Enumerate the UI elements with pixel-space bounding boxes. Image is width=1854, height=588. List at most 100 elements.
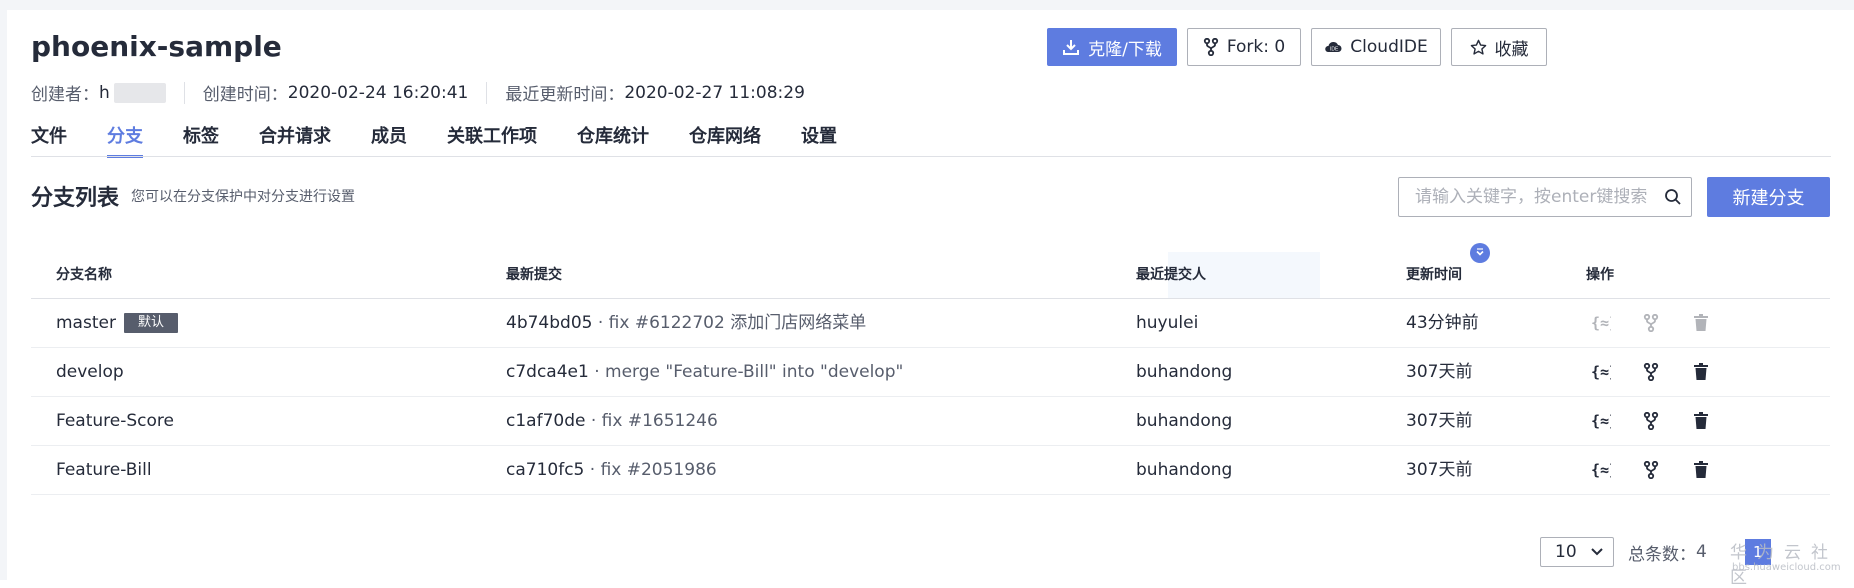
- tab-network[interactable]: 仓库网络: [689, 122, 761, 156]
- svg-text:{≈}: {≈}: [1591, 461, 1611, 479]
- header-committer: 最近提交人: [1136, 267, 1206, 283]
- tab-settings[interactable]: 设置: [801, 122, 837, 156]
- total-label: 总条数：: [1628, 544, 1696, 565]
- tab-merge-requests[interactable]: 合并请求: [259, 122, 331, 156]
- committer: buhandong: [1136, 460, 1233, 480]
- table-row: master 默认 4b74bd05 · fix #6122702 添加门店网络菜…: [31, 299, 1830, 348]
- header-branch-name: 分支名称: [56, 267, 112, 283]
- total-value: 4: [1696, 542, 1707, 562]
- code-braces-icon[interactable]: {≈}: [1586, 458, 1616, 482]
- row-operations: {≈}: [1586, 299, 1736, 347]
- creator-label: 创建者：: [31, 85, 99, 105]
- branch-fork-icon[interactable]: [1636, 311, 1666, 335]
- commit-message: · fix #1651246: [585, 411, 718, 431]
- favorite-label: 收藏: [1494, 39, 1529, 60]
- created-value: 2020-02-24 16:20:41: [287, 82, 469, 103]
- page-size-value: 10: [1555, 542, 1577, 562]
- search-input[interactable]: [1399, 186, 1655, 208]
- table-header: 分支名称 最新提交 最近提交人 更新时间 操作: [31, 252, 1830, 299]
- branch-fork-icon[interactable]: [1636, 409, 1666, 433]
- row-operations: {≈}: [1586, 348, 1736, 396]
- committer: buhandong: [1136, 411, 1233, 431]
- tab-statistics[interactable]: 仓库统计: [577, 122, 649, 156]
- branch-fork-icon[interactable]: [1636, 360, 1666, 384]
- svg-text:{≈}: {≈}: [1591, 412, 1611, 430]
- left-strip: [0, 0, 7, 580]
- favorite-button[interactable]: 收藏: [1451, 28, 1547, 66]
- table-row: Feature-Bill ca710fc5 · fix #2051986 buh…: [31, 446, 1830, 495]
- chevron-down-icon: [1591, 548, 1603, 556]
- tab-work-items[interactable]: 关联工作项: [447, 122, 537, 156]
- top-strip: [0, 0, 1854, 10]
- repo-name: phoenix-sample: [31, 30, 282, 63]
- tab-files[interactable]: 文件: [31, 122, 67, 156]
- fork-label: Fork: 0: [1226, 37, 1286, 57]
- clone-download-label: 克隆/下载: [1088, 39, 1162, 60]
- delete-icon[interactable]: [1686, 311, 1716, 335]
- committer: buhandong: [1136, 362, 1233, 382]
- commit-hash-link[interactable]: 4b74bd05: [506, 313, 592, 333]
- header-operations: 操作: [1586, 267, 1614, 283]
- watermark-url: bbs.huaweicloud.com: [1732, 562, 1841, 573]
- commit-message: · fix #2051986: [584, 460, 717, 480]
- branch-name-link[interactable]: Feature-Score: [56, 397, 174, 445]
- delete-icon[interactable]: [1686, 409, 1716, 433]
- commit-hash-link[interactable]: ca710fc5: [506, 460, 584, 480]
- updated-label: 最近更新时间：: [505, 85, 625, 105]
- header-updated-time[interactable]: 更新时间: [1406, 252, 1462, 298]
- clone-download-button[interactable]: 克隆/下载: [1047, 28, 1177, 66]
- row-operations: {≈}: [1586, 397, 1736, 445]
- section-description: 您可以在分支保护中对分支进行设置: [131, 189, 355, 205]
- tab-branches[interactable]: 分支: [107, 122, 143, 158]
- svg-text:IDE: IDE: [1330, 47, 1339, 53]
- tabs-divider: [31, 156, 1831, 157]
- header-latest-commit: 最新提交: [506, 267, 562, 283]
- delete-icon[interactable]: [1686, 360, 1716, 384]
- branch-name-link[interactable]: master: [56, 313, 116, 333]
- updated-time: 43分钟前: [1406, 313, 1479, 333]
- cloud-icon: IDE: [1325, 41, 1342, 53]
- svg-text:{≈}: {≈}: [1591, 363, 1611, 381]
- tab-tags[interactable]: 标签: [183, 122, 219, 156]
- created-label: 创建时间：: [202, 85, 288, 105]
- updated-time: 307天前: [1406, 411, 1473, 431]
- code-braces-icon[interactable]: {≈}: [1586, 409, 1616, 433]
- cloudide-button[interactable]: IDE CloudIDE: [1311, 28, 1441, 66]
- search-icon[interactable]: [1655, 188, 1691, 206]
- repo-tabs: 文件 分支 标签 合并请求 成员 关联工作项 仓库统计 仓库网络 设置: [31, 122, 877, 158]
- commit-message: · merge "Feature-Bill" into "develop": [588, 362, 904, 382]
- table-row: develop c7dca4e1 · merge "Feature-Bill" …: [31, 348, 1830, 397]
- meta-divider: [183, 81, 185, 104]
- branch-name-link[interactable]: Feature-Bill: [56, 446, 152, 494]
- fork-icon: [1203, 38, 1218, 56]
- new-branch-button[interactable]: 新建分支: [1707, 177, 1830, 217]
- commit-hash-link[interactable]: c7dca4e1: [506, 362, 589, 382]
- code-braces-icon[interactable]: {≈}: [1586, 360, 1616, 384]
- commit-message: · fix #6122702 添加门店网络菜单: [592, 313, 867, 333]
- branch-name-link[interactable]: develop: [56, 348, 124, 396]
- svg-text:{≈}: {≈}: [1591, 314, 1611, 332]
- updated-time: 307天前: [1406, 460, 1473, 480]
- tab-members[interactable]: 成员: [371, 122, 407, 156]
- repo-meta: 创建者： h 创建时间： 2020-02-24 16:20:41 最近更新时间：…: [31, 80, 805, 105]
- page-size-select[interactable]: 10: [1540, 537, 1614, 567]
- fork-button[interactable]: Fork: 0: [1187, 28, 1301, 66]
- download-icon: [1063, 40, 1080, 55]
- branch-fork-icon[interactable]: [1636, 458, 1666, 482]
- branch-search: [1398, 177, 1692, 217]
- code-braces-icon[interactable]: {≈}: [1586, 311, 1616, 335]
- table-row: Feature-Score c1af70de · fix #1651246 bu…: [31, 397, 1830, 446]
- meta-divider: [486, 81, 488, 104]
- updated-time: 307天前: [1406, 362, 1473, 382]
- section-title: 分支列表: [31, 186, 120, 211]
- row-operations: {≈}: [1586, 446, 1736, 494]
- delete-icon[interactable]: [1686, 458, 1716, 482]
- sort-desc-icon[interactable]: [1470, 243, 1490, 263]
- star-icon: [1470, 39, 1486, 55]
- creator-blur: [113, 82, 166, 103]
- cloudide-label: CloudIDE: [1350, 37, 1428, 57]
- creator-value: h: [99, 82, 110, 103]
- default-badge: 默认: [123, 313, 178, 333]
- commit-hash-link[interactable]: c1af70de: [506, 411, 585, 431]
- updated-value: 2020-02-27 11:08:29: [624, 82, 805, 103]
